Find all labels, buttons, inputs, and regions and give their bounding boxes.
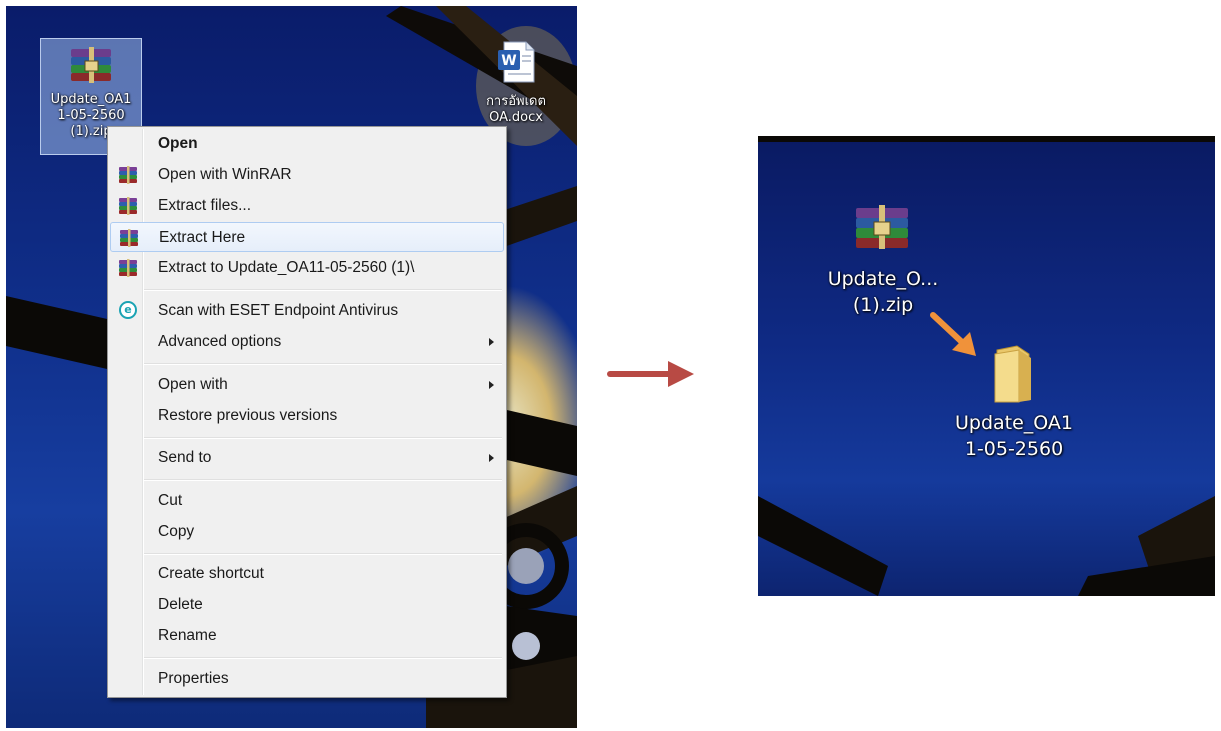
eset-icon: e <box>119 301 137 319</box>
wallpaper-frame <box>758 136 1215 596</box>
zip-label-line2: 1-05-2560 <box>57 108 125 123</box>
winrar-icon <box>120 229 138 247</box>
menu-item-create-shortcut[interactable]: Create shortcut <box>110 559 504 589</box>
winrar-icon <box>119 166 137 184</box>
menu-item-rename[interactable]: Rename <box>110 621 504 651</box>
menu-item-label: Extract files... <box>158 197 252 214</box>
folder-label-line2: 1-05-2560 <box>964 438 1064 460</box>
menu-separator <box>144 437 502 439</box>
submenu-arrow-icon <box>489 381 494 389</box>
winrar-icon <box>119 259 137 277</box>
menu-item-label: Delete <box>158 596 203 613</box>
menu-item-label: Open with WinRAR <box>158 166 292 183</box>
right-arrow-icon <box>607 361 694 387</box>
menu-separator <box>144 479 502 481</box>
menu-item-open[interactable]: Open <box>110 129 504 159</box>
diagonal-arrow-icon <box>930 312 976 356</box>
menu-separator <box>144 553 502 555</box>
menu-item-label: Restore previous versions <box>158 407 338 424</box>
folder-label-line1: Update_OA1 <box>954 412 1074 434</box>
folder-icon[interactable] <box>991 344 1037 404</box>
menu-item-open-with-winrar[interactable]: Open with WinRAR <box>110 160 504 190</box>
zip-label-line1: Update_O... <box>827 268 939 290</box>
menu-item-restore-previous-versions[interactable]: Restore previous versions <box>110 401 504 431</box>
submenu-arrow-icon <box>489 338 494 346</box>
menu-item-label: Extract Here <box>159 229 246 246</box>
menu-separator <box>144 657 502 659</box>
menu-item-extract-to-folder[interactable]: Extract to Update_OA11-05-2560 (1)\ <box>110 253 504 283</box>
menu-item-extract-here[interactable]: Extract Here <box>110 222 504 252</box>
folder-icon-label: Update_OA1 1-05-2560 <box>944 410 1084 462</box>
word-document-icon[interactable]: W <box>496 40 536 84</box>
menu-item-label: Extract to Update_OA11-05-2560 (1)\ <box>158 259 415 276</box>
menu-item-scan-eset[interactable]: e Scan with ESET Endpoint Antivirus <box>110 296 504 326</box>
menu-item-label: Copy <box>158 523 195 540</box>
docx-icon-label: การอัพเดต OA.docx <box>470 94 562 126</box>
menu-item-send-to[interactable]: Send to <box>110 443 504 473</box>
winrar-archive-icon[interactable] <box>852 202 912 252</box>
menu-item-label: Send to <box>158 449 212 466</box>
docx-label-line1: การอัพเดต <box>486 94 546 109</box>
menu-separator <box>144 363 502 365</box>
menu-item-advanced-options[interactable]: Advanced options <box>110 327 504 357</box>
context-menu: Open Open with WinRAR Extract files... E… <box>107 126 507 698</box>
menu-item-label: Scan with ESET Endpoint Antivirus <box>158 302 399 319</box>
menu-item-properties[interactable]: Properties <box>110 664 504 694</box>
docx-label-line2: OA.docx <box>489 110 543 125</box>
menu-item-label: Properties <box>158 670 229 687</box>
menu-separator <box>144 289 502 291</box>
svg-text:W: W <box>501 53 516 69</box>
winrar-archive-icon <box>71 47 111 83</box>
menu-item-label: Open <box>158 135 198 152</box>
submenu-arrow-icon <box>489 454 494 462</box>
winrar-icon <box>119 197 137 215</box>
desktop-after: Update_O... (1).zip Update_OA1 1-05-2560 <box>758 136 1215 596</box>
menu-item-extract-files[interactable]: Extract files... <box>110 191 504 221</box>
menu-item-open-with[interactable]: Open with <box>110 370 504 400</box>
menu-item-cut[interactable]: Cut <box>110 486 504 516</box>
zip-label-line1: Update_OA1 <box>50 92 132 107</box>
menu-item-label: Cut <box>158 492 183 509</box>
menu-item-label: Open with <box>158 376 228 393</box>
menu-item-delete[interactable]: Delete <box>110 590 504 620</box>
menu-item-label: Create shortcut <box>158 565 264 582</box>
menu-item-label: Rename <box>158 627 217 644</box>
menu-item-copy[interactable]: Copy <box>110 517 504 547</box>
menu-item-label: Advanced options <box>158 333 282 350</box>
